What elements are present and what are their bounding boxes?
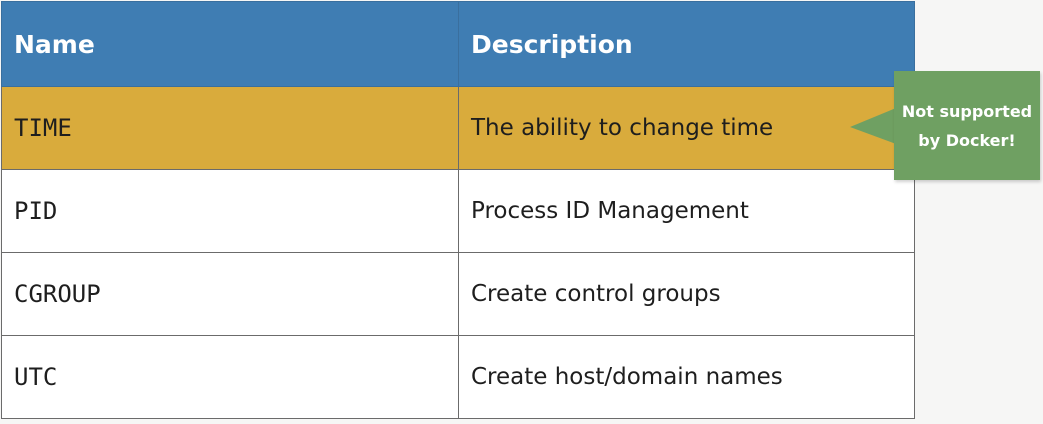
row-name: UTC <box>1 335 459 419</box>
table-header-row: Name Description <box>1 1 915 87</box>
header-name: Name <box>1 1 459 87</box>
table-row-pid: PID Process ID Management <box>1 169 915 253</box>
namespaces-table: Name Description TIME The ability to cha… <box>1 1 915 419</box>
row-description: The ability to change time <box>458 86 915 170</box>
header-description: Description <box>458 1 915 87</box>
callout-pointer <box>850 108 896 144</box>
row-description: Create host/domain names <box>458 335 915 419</box>
row-description: Create control groups <box>458 252 915 336</box>
row-description: Process ID Management <box>458 169 915 253</box>
table-row-utc: UTC Create host/domain names <box>1 335 915 419</box>
callout-line-1: Not supported <box>901 101 1033 121</box>
callout-line-2: by Docker! <box>918 130 1016 150</box>
row-name: CGROUP <box>1 252 459 336</box>
table-row-cgroup: CGROUP Create control groups <box>1 252 915 336</box>
not-supported-callout: Not supported by Docker! <box>894 71 1040 180</box>
row-name: TIME <box>1 86 459 170</box>
slide: Name Description TIME The ability to cha… <box>0 0 1043 424</box>
table-row-time: TIME The ability to change time <box>1 86 915 170</box>
row-name: PID <box>1 169 459 253</box>
